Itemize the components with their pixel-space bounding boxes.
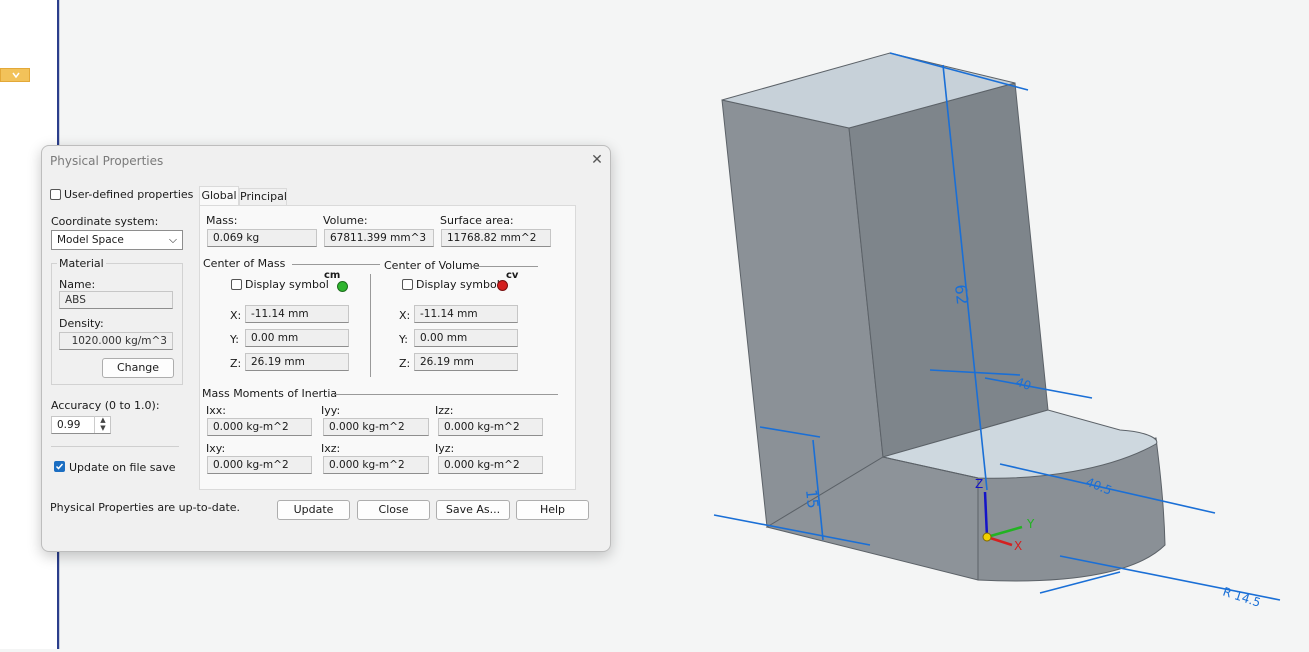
- ixx-label: Ixx:: [206, 404, 226, 417]
- status-text: Physical Properties are up-to-date.: [50, 501, 241, 514]
- cm-y-label: Y:: [230, 333, 239, 346]
- inertia-label: Mass Moments of Inertia: [202, 387, 338, 400]
- dialog-title: Physical Properties: [50, 154, 164, 168]
- ixy-field: 0.000 kg-m^2: [207, 456, 312, 474]
- cv-x-label: X:: [399, 309, 411, 322]
- cv-symbol-text: cv: [506, 270, 519, 281]
- user-defined-checkbox[interactable]: [50, 189, 61, 200]
- svg-text:X: X: [1014, 539, 1022, 553]
- cv-display-symbol-label: Display symbol: [416, 278, 500, 291]
- model-viewport[interactable]: 62 40 15 40.5 R 14.5 Z Y X: [600, 0, 1309, 649]
- ixz-field: 0.000 kg-m^2: [323, 456, 429, 474]
- center-of-mass-divider: [292, 264, 380, 265]
- izz-label: Izz:: [435, 404, 454, 417]
- center-of-volume-divider: [472, 266, 538, 267]
- update-button[interactable]: Update: [277, 500, 350, 520]
- density-label: Density:: [59, 317, 104, 330]
- iyz-label: Iyz:: [435, 442, 455, 455]
- volume-field: 67811.399 mm^3: [324, 229, 434, 247]
- inertia-divider: [334, 394, 558, 395]
- coordinate-system-select[interactable]: Model Space ⌵: [51, 230, 183, 250]
- volume-label: Volume:: [323, 214, 368, 227]
- surface-area-field: 11768.82 mm^2: [441, 229, 551, 247]
- cv-z-field: 26.19 mm: [414, 353, 518, 371]
- close-button[interactable]: Close: [357, 500, 430, 520]
- accuracy-spinner[interactable]: ▲ ▼: [94, 416, 111, 433]
- cm-z-label: Z:: [230, 357, 242, 370]
- cv-symbol-icon: [497, 280, 508, 291]
- cv-display-symbol-checkbox[interactable]: [402, 279, 413, 290]
- cm-x-field: -11.14 mm: [245, 305, 349, 323]
- column-divider: [370, 274, 371, 377]
- izz-field: 0.000 kg-m^2: [438, 418, 543, 436]
- coordinate-system-label: Coordinate system:: [51, 215, 159, 228]
- mass-field: 0.069 kg: [207, 229, 317, 247]
- iyy-label: Iyy:: [321, 404, 341, 417]
- svg-text:Z: Z: [975, 477, 983, 491]
- update-on-save-checkbox[interactable]: [54, 461, 65, 472]
- cm-display-symbol-checkbox[interactable]: [231, 279, 242, 290]
- update-on-save-label: Update on file save: [69, 461, 176, 474]
- cv-z-label: Z:: [399, 357, 411, 370]
- density-field: 1020.000 kg/m^3: [59, 332, 173, 350]
- divider: [51, 446, 179, 447]
- iyz-field: 0.000 kg-m^2: [438, 456, 543, 474]
- cm-display-symbol-label: Display symbol: [245, 278, 329, 291]
- cv-x-field: -11.14 mm: [414, 305, 518, 323]
- center-of-mass-label: Center of Mass: [203, 257, 286, 270]
- collapsed-tab-icon[interactable]: [0, 68, 30, 82]
- material-name-label: Name:: [59, 278, 96, 291]
- user-defined-label: User-defined properties: [64, 188, 194, 201]
- cm-x-label: X:: [230, 309, 242, 322]
- change-material-button[interactable]: Change: [102, 358, 174, 378]
- material-name-field: ABS: [59, 291, 173, 309]
- part-model: 62 40 15 40.5 R 14.5 Z Y X: [713, 52, 1281, 610]
- radius-dimension-label[interactable]: R 14.5: [1221, 585, 1262, 610]
- tab-principal[interactable]: Principal: [239, 188, 287, 205]
- height-dimension-label[interactable]: 62: [951, 283, 972, 305]
- cm-symbol-text: cm: [324, 270, 341, 281]
- svg-text:Y: Y: [1026, 517, 1035, 531]
- cv-y-field: 0.00 mm: [414, 329, 518, 347]
- material-group-label: Material: [57, 257, 106, 270]
- cm-symbol-icon: [337, 281, 348, 292]
- chevron-down-icon: ⌵: [169, 234, 177, 246]
- help-button[interactable]: Help: [516, 500, 589, 520]
- accuracy-label: Accuracy (0 to 1.0):: [51, 399, 160, 412]
- mass-label: Mass:: [206, 214, 238, 227]
- physical-properties-dialog: Physical Properties ✕ User-defined prope…: [41, 145, 611, 552]
- ixx-field: 0.000 kg-m^2: [207, 418, 312, 436]
- cm-y-field: 0.00 mm: [245, 329, 349, 347]
- cv-y-label: Y:: [399, 333, 408, 346]
- ixy-label: Ixy:: [206, 442, 226, 455]
- save-as-button[interactable]: Save As...: [436, 500, 510, 520]
- cm-z-field: 26.19 mm: [245, 353, 349, 371]
- global-tab-panel: [199, 205, 576, 490]
- base-dimension-label[interactable]: 15: [802, 489, 822, 510]
- close-icon[interactable]: ✕: [587, 150, 607, 170]
- ixz-label: Ixz:: [321, 442, 341, 455]
- iyy-field: 0.000 kg-m^2: [323, 418, 429, 436]
- surface-area-label: Surface area:: [440, 214, 514, 227]
- tab-global[interactable]: Global: [199, 186, 239, 206]
- center-of-volume-label: Center of Volume: [384, 259, 480, 272]
